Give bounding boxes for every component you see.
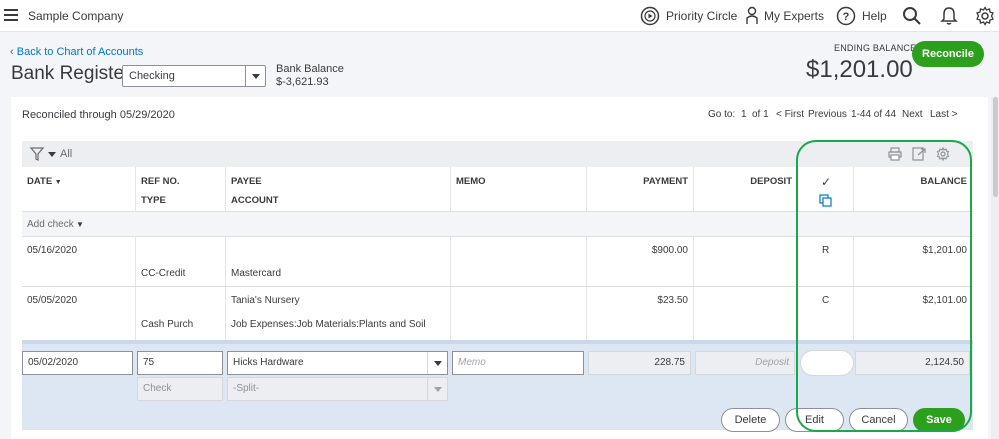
column-header-date[interactable]: DATE ▼ bbox=[27, 176, 62, 187]
goto-label: Go to: bbox=[708, 109, 736, 120]
filter-icon[interactable] bbox=[30, 147, 44, 161]
memo-input[interactable]: Memo bbox=[452, 351, 584, 375]
page-title: Bank Register bbox=[11, 63, 131, 84]
reconciled-through-text: Reconciled through 05/29/2020 bbox=[22, 109, 175, 121]
account-select[interactable]: Checking bbox=[122, 65, 266, 87]
row-payment: $900.00 bbox=[651, 245, 688, 256]
row-payee: Tania's Nursery bbox=[231, 295, 300, 306]
person-icon bbox=[746, 6, 758, 24]
last-page-link[interactable]: Last > bbox=[930, 109, 958, 120]
row-payment: $23.50 bbox=[657, 295, 688, 306]
row-date: 05/05/2020 bbox=[27, 295, 78, 306]
account-select-value: -Split- bbox=[233, 383, 260, 394]
page-number-input[interactable]: 1 bbox=[741, 109, 747, 120]
search-icon[interactable] bbox=[902, 6, 922, 26]
column-header-type: TYPE bbox=[141, 195, 166, 206]
priority-circle-icon bbox=[640, 6, 660, 26]
deposit-input[interactable]: Deposit bbox=[695, 351, 795, 375]
page-range: 1-44 of 44 bbox=[851, 109, 897, 120]
company-name: Sample Company bbox=[28, 9, 124, 23]
column-header-payee: PAYEE bbox=[231, 176, 262, 187]
bell-icon[interactable] bbox=[940, 6, 958, 26]
priority-circle-label: Priority Circle bbox=[666, 9, 738, 23]
payee-select[interactable]: Hicks Hardware bbox=[227, 351, 448, 375]
ref-no-input[interactable]: 75 bbox=[137, 351, 223, 375]
menu-icon[interactable] bbox=[4, 9, 18, 21]
column-header-memo: MEMO bbox=[456, 176, 486, 187]
memo-placeholder: Memo bbox=[458, 357, 486, 368]
filter-value: All bbox=[60, 148, 73, 160]
column-header-ref-no: REF NO. bbox=[141, 176, 180, 187]
payee-select-value: Hicks Hardware bbox=[233, 357, 304, 368]
first-page-link[interactable]: < First bbox=[776, 109, 804, 120]
scrollbar-thumb[interactable] bbox=[993, 97, 998, 197]
top-bar: Sample Company Priority Circle My Expert… bbox=[0, 0, 999, 32]
filter-chevron-down-icon[interactable] bbox=[48, 152, 56, 157]
reconcile-button[interactable]: Reconcile bbox=[912, 41, 984, 67]
bank-balance-label: Bank Balance bbox=[276, 63, 344, 75]
payee-chevron-down-icon[interactable] bbox=[427, 352, 447, 374]
ending-balance-value: $1,201.00 bbox=[806, 56, 913, 83]
row-type: CC-Credit bbox=[141, 268, 186, 279]
my-experts-label: My Experts bbox=[764, 9, 825, 23]
previous-page-link[interactable]: Previous bbox=[808, 109, 847, 120]
back-to-chart-of-accounts-link[interactable]: ‹ Back to Chart of Accounts bbox=[10, 46, 143, 58]
deposit-placeholder: Deposit bbox=[755, 357, 789, 368]
help-link[interactable]: ? Help bbox=[836, 4, 887, 28]
account-chevron-down-icon[interactable] bbox=[427, 378, 447, 400]
row-type: Cash Purch bbox=[141, 319, 194, 330]
help-icon: ? bbox=[836, 6, 856, 26]
priority-circle-link[interactable]: Priority Circle bbox=[640, 4, 737, 28]
next-page-link[interactable]: Next bbox=[902, 109, 923, 120]
back-link-label: Back to Chart of Accounts bbox=[16, 46, 144, 58]
my-experts-link[interactable]: My Experts bbox=[746, 4, 824, 28]
row-account: Job Expenses:Job Materials:Plants and So… bbox=[231, 319, 426, 330]
add-check-chevron-down-icon[interactable]: ▼ bbox=[76, 220, 84, 229]
delete-button[interactable]: Delete bbox=[721, 408, 780, 432]
sort-down-icon: ▼ bbox=[54, 179, 62, 186]
row-date: 05/16/2020 bbox=[27, 245, 78, 256]
account-select[interactable]: -Split- bbox=[227, 377, 448, 401]
highlight-annotation bbox=[796, 140, 972, 432]
account-select-value: Checking bbox=[129, 70, 175, 82]
chevron-left-icon: ‹ bbox=[10, 46, 17, 58]
ending-balance-label: ENDING BALANCE bbox=[834, 43, 917, 53]
column-header-account: ACCOUNT bbox=[231, 195, 279, 206]
add-check-label: Add check bbox=[27, 219, 74, 230]
help-label: Help bbox=[862, 9, 887, 23]
date-input[interactable]: 05/02/2020 bbox=[22, 351, 133, 375]
row-account: Mastercard bbox=[231, 268, 282, 279]
column-header-payment: PAYMENT bbox=[643, 176, 688, 187]
chevron-down-icon bbox=[245, 66, 265, 86]
page-count: of 1 bbox=[752, 109, 769, 120]
bank-balance-value: $-3,621.93 bbox=[276, 76, 329, 88]
payment-input[interactable]: 228.75 bbox=[588, 351, 691, 375]
gear-icon[interactable] bbox=[975, 6, 995, 26]
column-header-deposit: DEPOSIT bbox=[750, 176, 792, 187]
svg-text:?: ? bbox=[843, 11, 850, 23]
type-readout: Check bbox=[137, 377, 223, 401]
